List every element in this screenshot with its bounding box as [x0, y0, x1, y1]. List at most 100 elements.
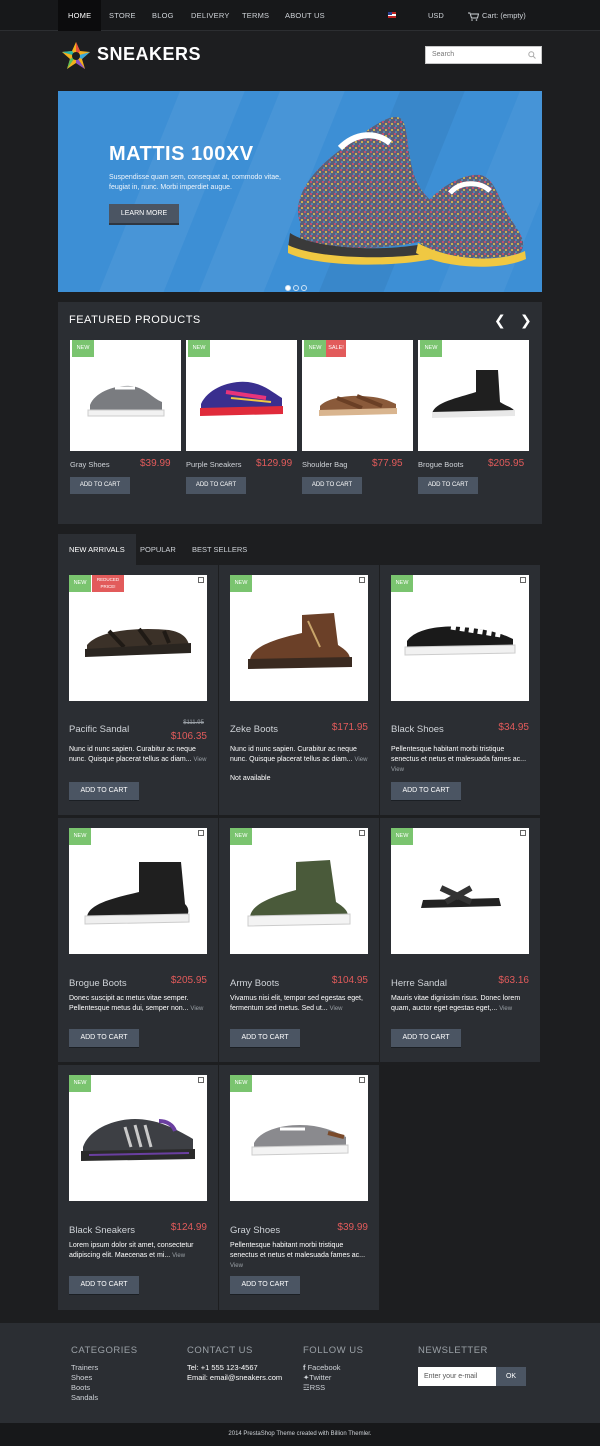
featured-product-image[interactable]: NEW [418, 340, 529, 451]
add-to-cart-button[interactable]: ADD TO CART [69, 1029, 139, 1047]
product-description: Mauris vitae dignissim risus. Donec lore… [391, 994, 531, 1014]
nav-blog[interactable]: BLOG [142, 0, 184, 31]
view-link[interactable]: View [194, 757, 207, 763]
featured-product-image[interactable]: NEW [186, 340, 297, 451]
tab-new-arrivals[interactable]: NEW ARRIVALS [58, 534, 136, 565]
add-to-cart-button[interactable]: ADD TO CART [186, 477, 246, 494]
sale-badge: SALE! [326, 340, 346, 357]
featured-product-name[interactable]: Gray Shoes [70, 460, 110, 469]
product-price: $63.16 [498, 975, 529, 986]
hero-text: Suspendisse quam sem, consequat at, comm… [109, 174, 281, 191]
cart-link[interactable]: Cart: (empty) [468, 0, 526, 31]
chevron-left-icon[interactable]: ❮ [494, 312, 506, 329]
chevron-right-icon[interactable]: ❯ [520, 312, 532, 329]
add-to-cart-button[interactable]: ADD TO CART [230, 1276, 300, 1294]
product-name[interactable]: Brogue Boots [69, 978, 127, 989]
product-name[interactable]: Pacific Sandal [69, 724, 129, 735]
product-name[interactable]: Army Boots [230, 978, 279, 989]
product-description: Lorem ipsum dolor sit amet, consectetur … [69, 1241, 209, 1261]
contact-title: CONTACT US [187, 1345, 253, 1356]
search-input[interactable]: Search [425, 46, 542, 64]
copyright-bar: 2014 PrestaShop Theme created with Billi… [0, 1423, 600, 1446]
featured-product-name[interactable]: Purple Sneakers [186, 460, 241, 469]
newsletter-submit-button[interactable]: OK [496, 1367, 526, 1386]
quick-view-icon[interactable] [359, 577, 365, 583]
description-text: Nunc id nunc sapien. Curabitur ac neque … [230, 746, 357, 763]
featured-title: FEATURED PRODUCTS [69, 314, 201, 326]
view-link[interactable]: View [172, 1253, 185, 1259]
quick-view-icon[interactable] [520, 830, 526, 836]
nav-about-us[interactable]: ABOUT US [275, 0, 335, 31]
featured-product-name[interactable]: Shoulder Bag [302, 460, 347, 469]
add-to-cart-button[interactable]: ADD TO CART [391, 1029, 461, 1047]
new-badge: NEW [304, 340, 326, 357]
description-text: Donec suscipit ac metus vitae semper. Pe… [69, 995, 189, 1012]
slider-dot[interactable] [285, 285, 291, 291]
featured-product-name[interactable]: Brogue Boots [418, 460, 463, 469]
slider-dot[interactable] [293, 285, 299, 291]
product-image[interactable]: NEW [69, 1075, 207, 1201]
nav-delivery[interactable]: DELIVERY [181, 0, 240, 31]
view-link[interactable]: View [355, 757, 368, 763]
new-badge: NEW [230, 828, 252, 845]
slider-dot[interactable] [301, 285, 307, 291]
add-to-cart-button[interactable]: ADD TO CART [302, 477, 362, 494]
quick-view-icon[interactable] [198, 830, 204, 836]
tab-popular[interactable]: POPULAR [129, 534, 187, 565]
nav-store[interactable]: STORE [99, 0, 146, 31]
category-link-shoes[interactable]: Shoes [71, 1373, 92, 1382]
product-image[interactable]: NEW [230, 575, 368, 701]
quick-view-icon[interactable] [198, 577, 204, 583]
add-to-cart-button[interactable]: ADD TO CART [70, 477, 130, 494]
view-link[interactable]: View [190, 1006, 203, 1012]
product-image[interactable]: NEW [230, 1075, 368, 1201]
product-image[interactable]: NEW [391, 828, 529, 954]
add-to-cart-button[interactable]: ADD TO CART [230, 1029, 300, 1047]
quick-view-icon[interactable] [520, 577, 526, 583]
currency-selector[interactable]: USD [428, 0, 444, 31]
tab-best-sellers[interactable]: BEST SELLERS [181, 534, 258, 565]
product-price: $106.35 [170, 731, 207, 742]
product-name[interactable]: Herre Sandal [391, 978, 447, 989]
search-icon[interactable] [528, 51, 536, 59]
product-image[interactable]: NEW [391, 575, 529, 701]
facebook-link[interactable]: f Facebook [303, 1363, 341, 1372]
featured-product-image[interactable]: NEW [70, 340, 181, 451]
product-name[interactable]: Gray Shoes [230, 1225, 280, 1236]
product-name[interactable]: Black Shoes [391, 724, 444, 735]
newsletter-email-input[interactable]: Enter your e-mail [418, 1367, 496, 1386]
product-name[interactable]: Zeke Boots [230, 724, 278, 735]
quick-view-icon[interactable] [198, 1077, 204, 1083]
add-to-cart-button[interactable]: ADD TO CART [418, 477, 478, 494]
category-link-trainers[interactable]: Trainers [71, 1363, 98, 1372]
featured-product-image[interactable]: NEW SALE! [302, 340, 413, 451]
rss-link[interactable]: ☲RSS [303, 1383, 325, 1392]
view-link[interactable]: View [330, 1006, 343, 1012]
hero-sneakers-image [288, 117, 526, 267]
quick-view-icon[interactable] [359, 830, 365, 836]
learn-more-button[interactable]: LEARN MORE [109, 204, 179, 223]
logo-icon[interactable] [61, 41, 91, 71]
twitter-link[interactable]: ✦Twitter [303, 1373, 331, 1382]
quick-view-icon[interactable] [359, 1077, 365, 1083]
product-price: $34.95 [498, 722, 529, 733]
add-to-cart-button[interactable]: ADD TO CART [69, 782, 139, 800]
nav-terms[interactable]: TERMS [232, 0, 279, 31]
add-to-cart-button[interactable]: ADD TO CART [69, 1276, 139, 1294]
contact-email[interactable]: Email: email@sneakers.com [187, 1373, 282, 1382]
category-link-boots[interactable]: Boots [71, 1383, 90, 1392]
view-link[interactable]: View [499, 1006, 512, 1012]
view-link[interactable]: View [391, 767, 404, 773]
product-image[interactable]: NEW REDUCED PRICE! [69, 575, 207, 701]
product-name[interactable]: Black Sneakers [69, 1225, 135, 1236]
add-to-cart-button[interactable]: ADD TO CART [391, 782, 461, 800]
search-placeholder: Search [432, 51, 455, 58]
brand-name[interactable]: SNEAKERS [97, 44, 201, 65]
product-image[interactable]: NEW [230, 828, 368, 954]
category-link-sandals[interactable]: Sandals [71, 1393, 98, 1402]
view-link[interactable]: View [230, 1263, 243, 1269]
hero-slider: MATTIS 100XV Suspendisse quam sem, conse… [58, 91, 542, 292]
product-image[interactable]: NEW [69, 828, 207, 954]
us-flag-icon[interactable] [388, 12, 396, 18]
nav-home[interactable]: HOME [58, 0, 102, 31]
